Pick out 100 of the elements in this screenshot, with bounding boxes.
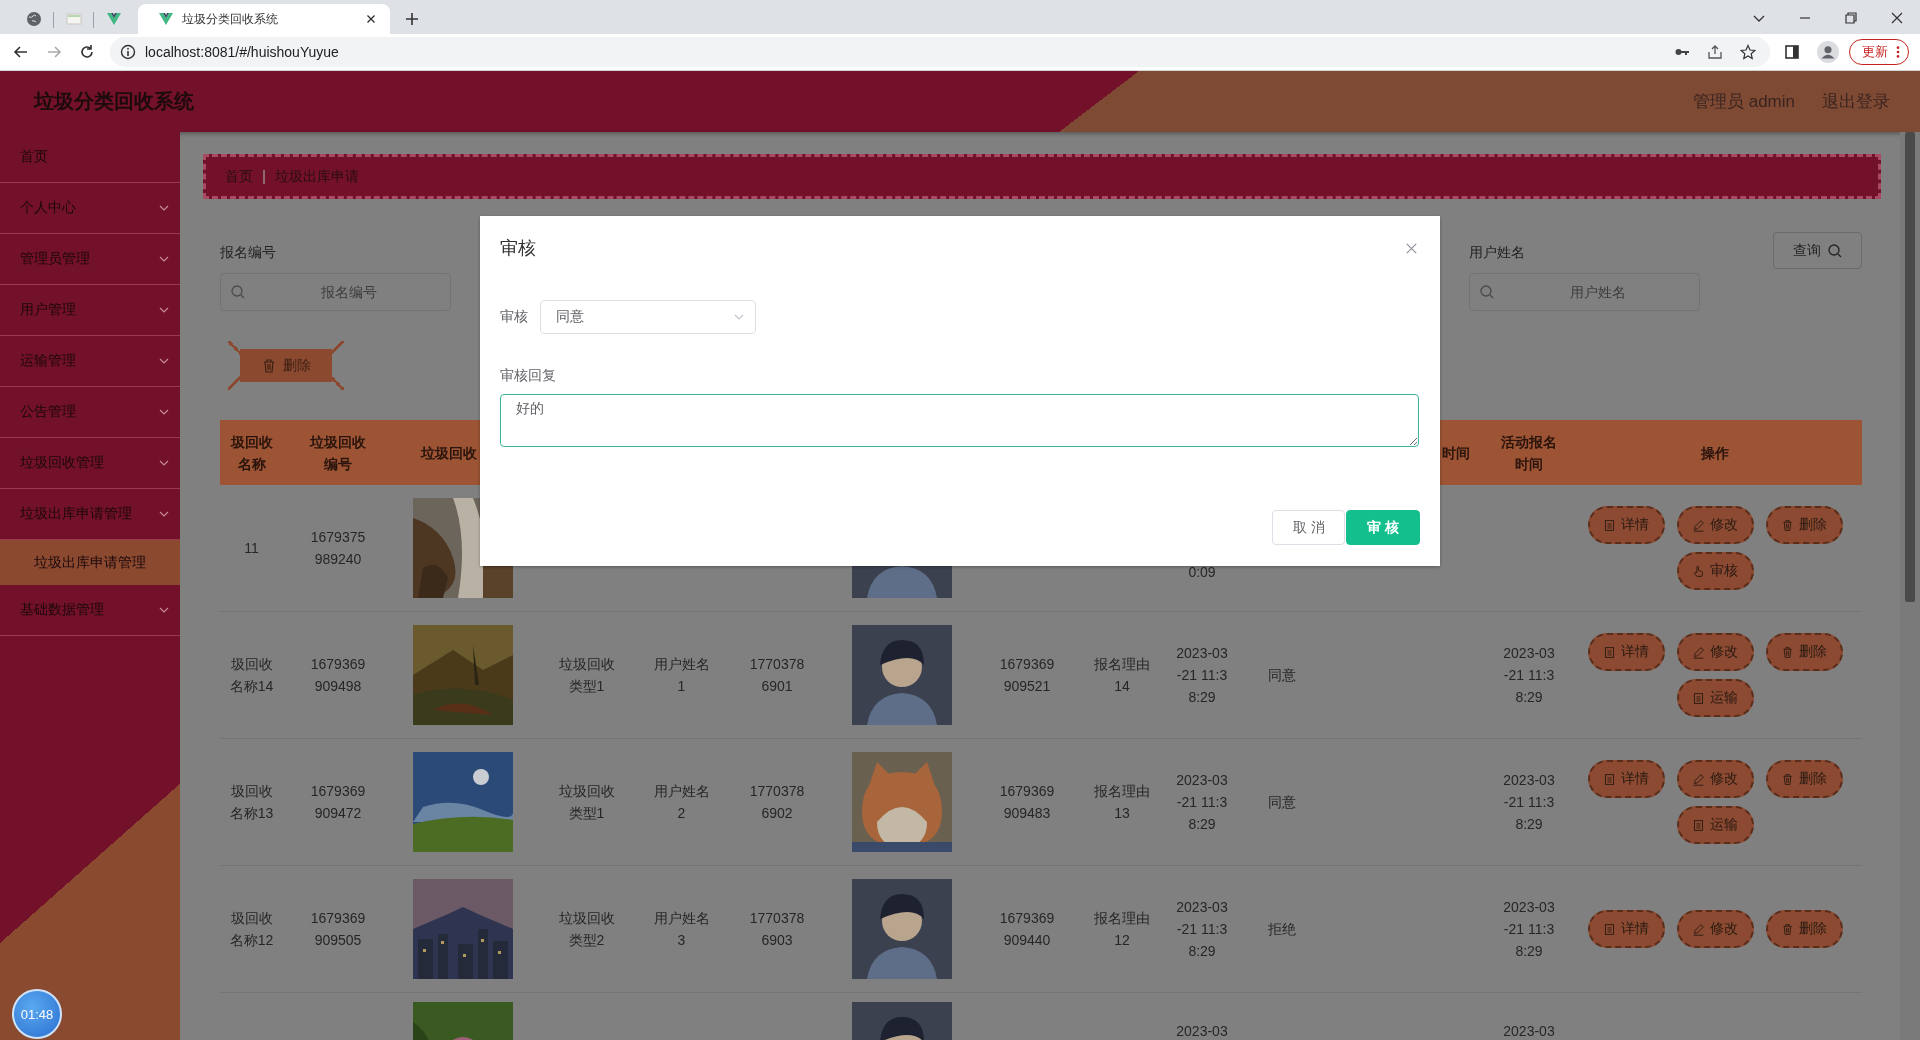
action-button[interactable]: 删除 — [1765, 760, 1843, 798]
table-cell-text: 2023-03-21 11:38:29 — [1175, 644, 1229, 707]
delete-button[interactable]: 删除 — [228, 341, 344, 390]
reload-icon[interactable] — [79, 44, 95, 60]
more-icon — [1896, 45, 1900, 59]
globe-icon — [26, 11, 42, 27]
action-button[interactable]: 详情 — [1587, 506, 1665, 544]
table-cell-text: 垃圾回收类型2 — [557, 909, 616, 950]
profile-icon[interactable] — [1817, 41, 1839, 63]
restore-icon[interactable] — [1843, 10, 1859, 26]
reply-field[interactable]: 好的 — [500, 394, 1419, 447]
app-title: 垃圾分类回收系统 — [34, 89, 194, 114]
sidebar-item[interactable]: 管理员管理 — [0, 234, 180, 285]
breadcrumb-link[interactable]: 垃圾出库申请 — [275, 167, 359, 186]
browser-tab[interactable]: 垃圾分类回收系统 — [138, 4, 390, 34]
column-header: 活动报名时间 — [1500, 432, 1558, 474]
update-button[interactable]: 更新 — [1849, 39, 1909, 65]
user-label: 管理员 admin — [1692, 91, 1795, 113]
trash-icon — [1781, 518, 1794, 532]
star-icon[interactable] — [1740, 44, 1756, 60]
breadcrumb-link[interactable]: 首页 — [225, 167, 253, 186]
table-cell-text: 1679369909498 — [309, 655, 367, 696]
close-icon[interactable] — [1889, 10, 1905, 26]
pencil-icon — [1692, 518, 1705, 532]
table-cell-text: 1679369909521 — [998, 655, 1056, 696]
search-field[interactable]: 报名编号 — [220, 273, 451, 311]
table-cell-text: 11 — [244, 539, 259, 558]
action-button[interactable]: 详情 — [1587, 760, 1665, 798]
query-button[interactable]: 查询 — [1773, 232, 1862, 269]
trash-icon — [1781, 645, 1794, 659]
back-icon[interactable] — [13, 44, 29, 60]
column-header: 垃圾回收编号 — [309, 432, 367, 474]
action-button[interactable]: 修改 — [1676, 910, 1754, 948]
document-icon — [1692, 818, 1705, 832]
column-header: 时间 — [1442, 443, 1470, 463]
table-cell-text: 报名理由12 — [1093, 909, 1151, 950]
table-cell-text: 2023-03 — [1176, 1022, 1228, 1040]
sidebar-item[interactable]: 首页 — [0, 132, 180, 183]
table-cell-text: 2023-03-21 11:38:29 — [1502, 898, 1556, 961]
sidebar-item[interactable]: 垃圾回收管理 — [0, 438, 180, 489]
sidebar-item[interactable]: 公告管理 — [0, 387, 180, 438]
new-tab-icon[interactable] — [404, 11, 420, 27]
document-icon — [1603, 772, 1616, 786]
action-button[interactable]: 修改 — [1676, 506, 1754, 544]
action-button[interactable]: 修改 — [1676, 760, 1754, 798]
table-cell-text: 17703786903 — [748, 909, 806, 950]
table-cell-text: 0:09 — [1188, 563, 1216, 582]
document-icon — [1603, 518, 1616, 532]
tab-title: 垃圾分类回收系统 — [182, 10, 279, 28]
column-header: 垃圾回收 — [421, 443, 477, 463]
sidebar-subitem[interactable]: 垃圾出库申请管理 — [0, 540, 180, 585]
address-field[interactable]: localhost:8081/#/huishouYuyue — [110, 37, 1770, 67]
pencil-icon — [1692, 645, 1705, 659]
table-cell-text: 1679369909440 — [998, 909, 1056, 950]
review-select[interactable]: 同意 — [540, 300, 756, 334]
table-cell-text: 垃圾回收类型1 — [557, 782, 616, 823]
table-cell-text: 同意 — [1268, 793, 1296, 812]
table-cell-text: 用户姓名3 — [652, 909, 711, 950]
action-button[interactable]: 运输 — [1676, 806, 1754, 844]
action-button[interactable]: 删除 — [1765, 506, 1843, 544]
logout-link[interactable]: 退出登录 — [1822, 90, 1890, 113]
table-cell-text: 1679375989240 — [309, 528, 367, 569]
cancel-button[interactable]: 取消 — [1272, 510, 1345, 545]
side-panel-icon[interactable] — [1784, 44, 1800, 60]
action-button[interactable]: 审核 — [1676, 552, 1754, 590]
document-icon — [1603, 645, 1616, 659]
field-label: 用户姓名 — [1469, 243, 1526, 261]
table-cell-text: 拒绝 — [1268, 920, 1296, 939]
share-icon[interactable] — [1707, 44, 1723, 60]
table-cell-text: 用户姓名2 — [652, 782, 711, 823]
table-cell-text: 1679369909483 — [998, 782, 1056, 823]
column-header: 圾回收名称 — [229, 432, 274, 474]
info-icon — [120, 44, 136, 60]
action-button[interactable]: 删除 — [1765, 910, 1843, 948]
trash-icon — [1781, 772, 1794, 786]
sidebar-item[interactable]: 用户管理 — [0, 285, 180, 336]
table-cell-text: 1679369909505 — [309, 909, 367, 950]
table-cell-text: 报名理由13 — [1093, 782, 1151, 823]
action-button[interactable]: 详情 — [1587, 633, 1665, 671]
document-icon — [1692, 691, 1705, 705]
action-button[interactable]: 删除 — [1765, 633, 1843, 671]
v-logo-icon — [106, 11, 122, 27]
table-cell-text: 垃圾回收类型1 — [557, 655, 616, 696]
sidebar-item[interactable]: 运输管理 — [0, 336, 180, 387]
url-text: localhost:8081/#/huishouYuyue — [145, 44, 339, 60]
sidebar-item[interactable]: 个人中心 — [0, 183, 180, 234]
v-logo-icon — [158, 11, 174, 27]
confirm-button[interactable]: 审核 — [1346, 510, 1420, 545]
action-button[interactable]: 运输 — [1676, 679, 1754, 717]
pencil-icon — [1692, 922, 1705, 936]
table-cell-text: 用户姓名1 — [652, 655, 711, 696]
sidebar-item[interactable]: 基础数据管理 — [0, 585, 180, 636]
action-button[interactable]: 修改 — [1676, 633, 1754, 671]
field-label: 审核 — [500, 308, 529, 326]
page-icon — [66, 11, 82, 27]
action-button[interactable]: 详情 — [1587, 910, 1665, 948]
scrollbar[interactable] — [1900, 132, 1920, 1040]
table-cell-text: 17703786902 — [748, 782, 806, 823]
document-icon — [1603, 922, 1616, 936]
search-field[interactable]: 用户姓名 — [1469, 273, 1700, 311]
